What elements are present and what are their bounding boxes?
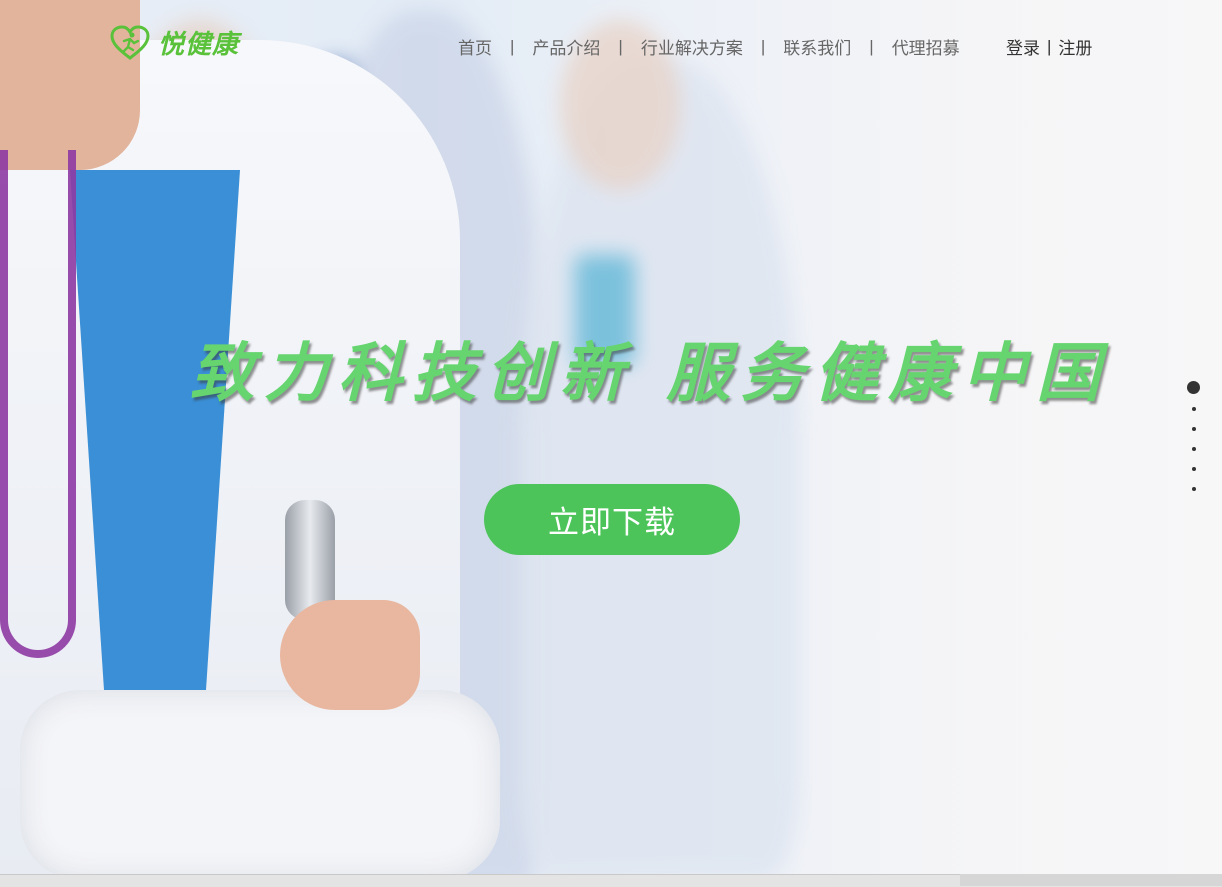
nav-item-contact[interactable]: 联系我们: [773, 34, 861, 59]
pager-dot-active[interactable]: [1187, 381, 1200, 394]
main-nav: 首页 | 产品介绍 | 行业解决方案 | 联系我们 | 代理招募: [448, 34, 970, 59]
pager-dot[interactable]: [1192, 467, 1196, 471]
pager-dot[interactable]: [1192, 407, 1196, 411]
nav-separator: |: [760, 36, 766, 56]
bottom-edge-right: [960, 874, 1222, 886]
nav-item-solutions[interactable]: 行业解决方案: [631, 34, 753, 59]
brand-logo[interactable]: 悦健康: [110, 24, 239, 61]
stethoscope: [0, 150, 76, 658]
crossed-arms: [20, 690, 500, 874]
hero-banner: [0, 0, 1222, 874]
nav-item-agents[interactable]: 代理招募: [882, 34, 970, 59]
heart-runner-icon: [110, 24, 150, 60]
nav-item-products[interactable]: 产品介绍: [522, 34, 610, 59]
register-link[interactable]: 注册: [1058, 34, 1092, 59]
doctor-hand: [280, 600, 420, 710]
background-person: [520, 60, 800, 874]
pager-dot[interactable]: [1192, 427, 1196, 431]
auth-separator: |: [1047, 36, 1052, 56]
hero-slogan: 致力科技创新 服务健康中国: [190, 336, 1111, 411]
login-link[interactable]: 登录: [1006, 34, 1040, 59]
nav-separator: |: [869, 36, 874, 56]
brand-name: 悦健康: [158, 29, 240, 59]
download-button[interactable]: 立即下载: [484, 484, 740, 555]
pager-dot[interactable]: [1192, 487, 1196, 491]
pager-dot[interactable]: [1192, 447, 1196, 451]
auth-links: 登录 | 注册: [1006, 34, 1092, 59]
nav-separator: |: [618, 36, 623, 56]
nav-separator: |: [510, 36, 515, 56]
nav-item-home[interactable]: 首页: [448, 34, 502, 59]
